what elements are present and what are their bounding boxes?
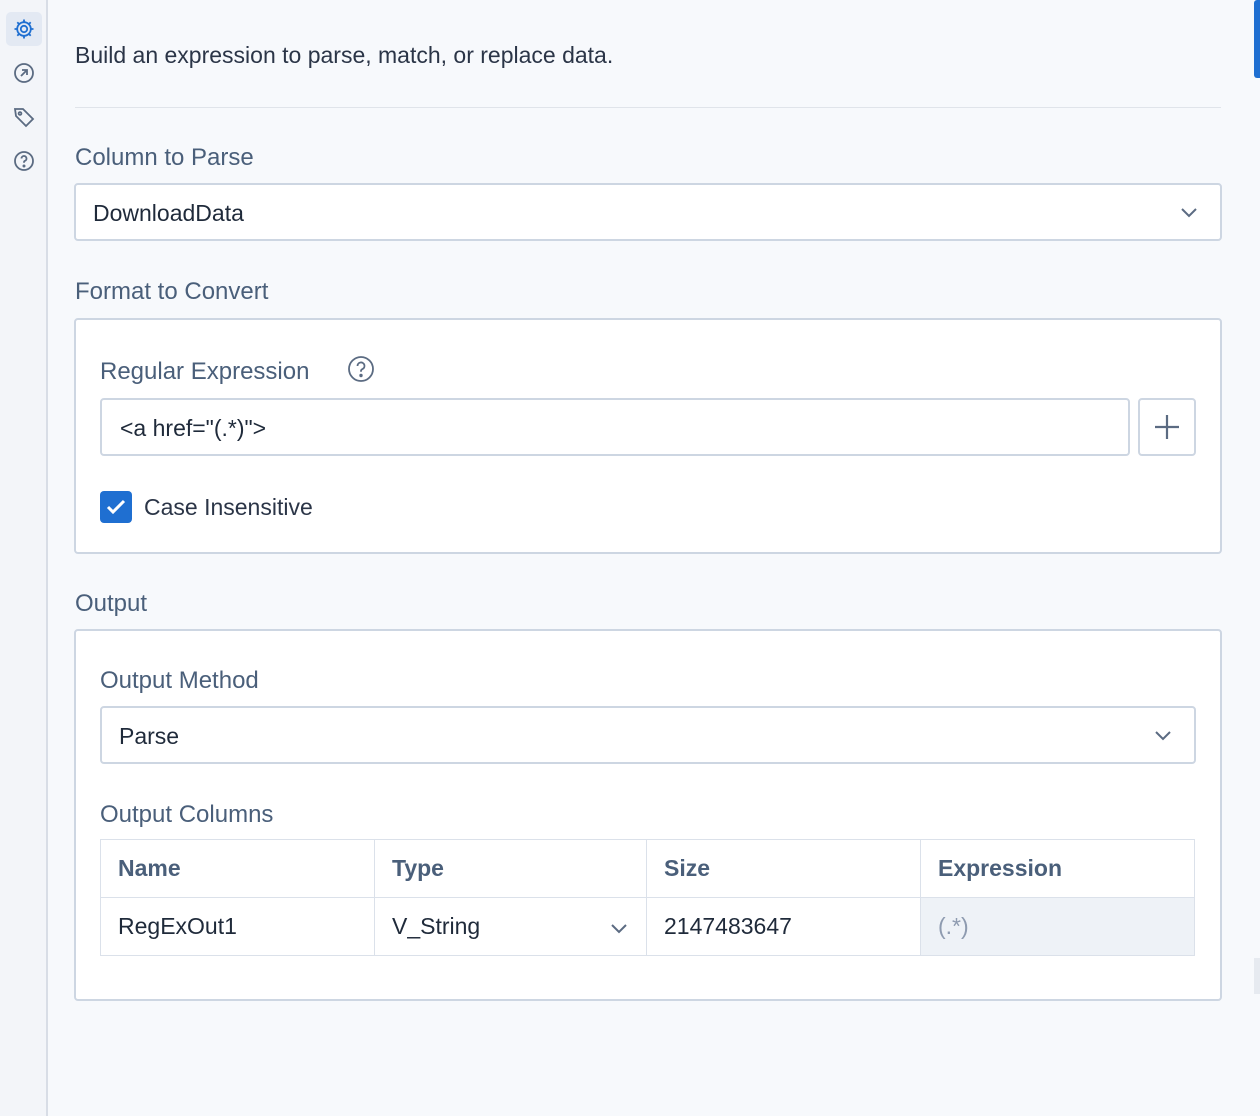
scrollbar-marker [1254, 958, 1260, 994]
output-columns-table: Name Type Size Expression RegExOut1 V_St… [100, 839, 1195, 956]
sidebar-item-configuration[interactable] [6, 12, 42, 46]
output-section: Output Method Parse Output Columns Name … [74, 629, 1222, 1001]
chevron-down-icon [611, 924, 627, 934]
checkmark-icon [106, 499, 126, 515]
regex-input[interactable]: <a href="(.*)"> [100, 398, 1130, 456]
plus-icon [1155, 415, 1179, 439]
regex-value: <a href="(.*)"> [120, 415, 267, 441]
column-header-name: Name [100, 839, 375, 898]
column-header-type: Type [374, 839, 647, 898]
sidebar [0, 0, 48, 1116]
case-insensitive-checkbox[interactable] [100, 491, 132, 523]
help-icon [14, 151, 34, 171]
table-row: RegExOut1 V_String 2147483647 (.*) [100, 897, 1195, 956]
format-to-convert-label: Format to Convert [75, 278, 269, 305]
column-to-parse-select[interactable]: DownloadData [74, 183, 1222, 241]
output-method-value: Parse [119, 723, 180, 749]
configuration-panel: Build an expression to parse, match, or … [50, 0, 1254, 1116]
output-label: Output [75, 590, 148, 617]
output-columns-label: Output Columns [100, 801, 274, 828]
scrollbar-thumb[interactable] [1254, 0, 1260, 78]
sidebar-item-tags[interactable] [6, 100, 42, 134]
arrow-circle-icon [14, 63, 34, 83]
output-method-select[interactable]: Parse [100, 706, 1196, 764]
cell-size[interactable]: 2147483647 [646, 897, 921, 956]
cell-name[interactable]: RegExOut1 [100, 897, 375, 956]
chevron-down-icon [1155, 731, 1171, 741]
panel-description: Build an expression to parse, match, or … [75, 42, 614, 68]
gear-icon [14, 19, 34, 39]
case-insensitive-label: Case Insensitive [144, 494, 313, 520]
chevron-down-icon [1181, 208, 1197, 218]
format-section: Regular Expression <a href="(.*)"> Case … [74, 318, 1222, 554]
column-header-expression: Expression [920, 839, 1195, 898]
regex-label: Regular Expression [100, 358, 310, 385]
add-token-button[interactable] [1138, 398, 1196, 456]
column-to-parse-label: Column to Parse [75, 144, 254, 171]
help-icon[interactable] [346, 354, 376, 384]
output-method-label: Output Method [100, 667, 259, 694]
sidebar-item-navigate[interactable] [6, 56, 42, 90]
tag-icon [13, 108, 35, 128]
cell-type-select[interactable]: V_String [374, 897, 647, 956]
cell-expression: (.*) [920, 897, 1195, 956]
column-header-size: Size [646, 839, 921, 898]
table-header-row: Name Type Size Expression [100, 839, 1195, 898]
column-to-parse-value: DownloadData [93, 200, 244, 226]
cell-type-value: V_String [392, 913, 481, 939]
sidebar-item-help[interactable] [6, 144, 42, 178]
divider [75, 107, 1221, 108]
